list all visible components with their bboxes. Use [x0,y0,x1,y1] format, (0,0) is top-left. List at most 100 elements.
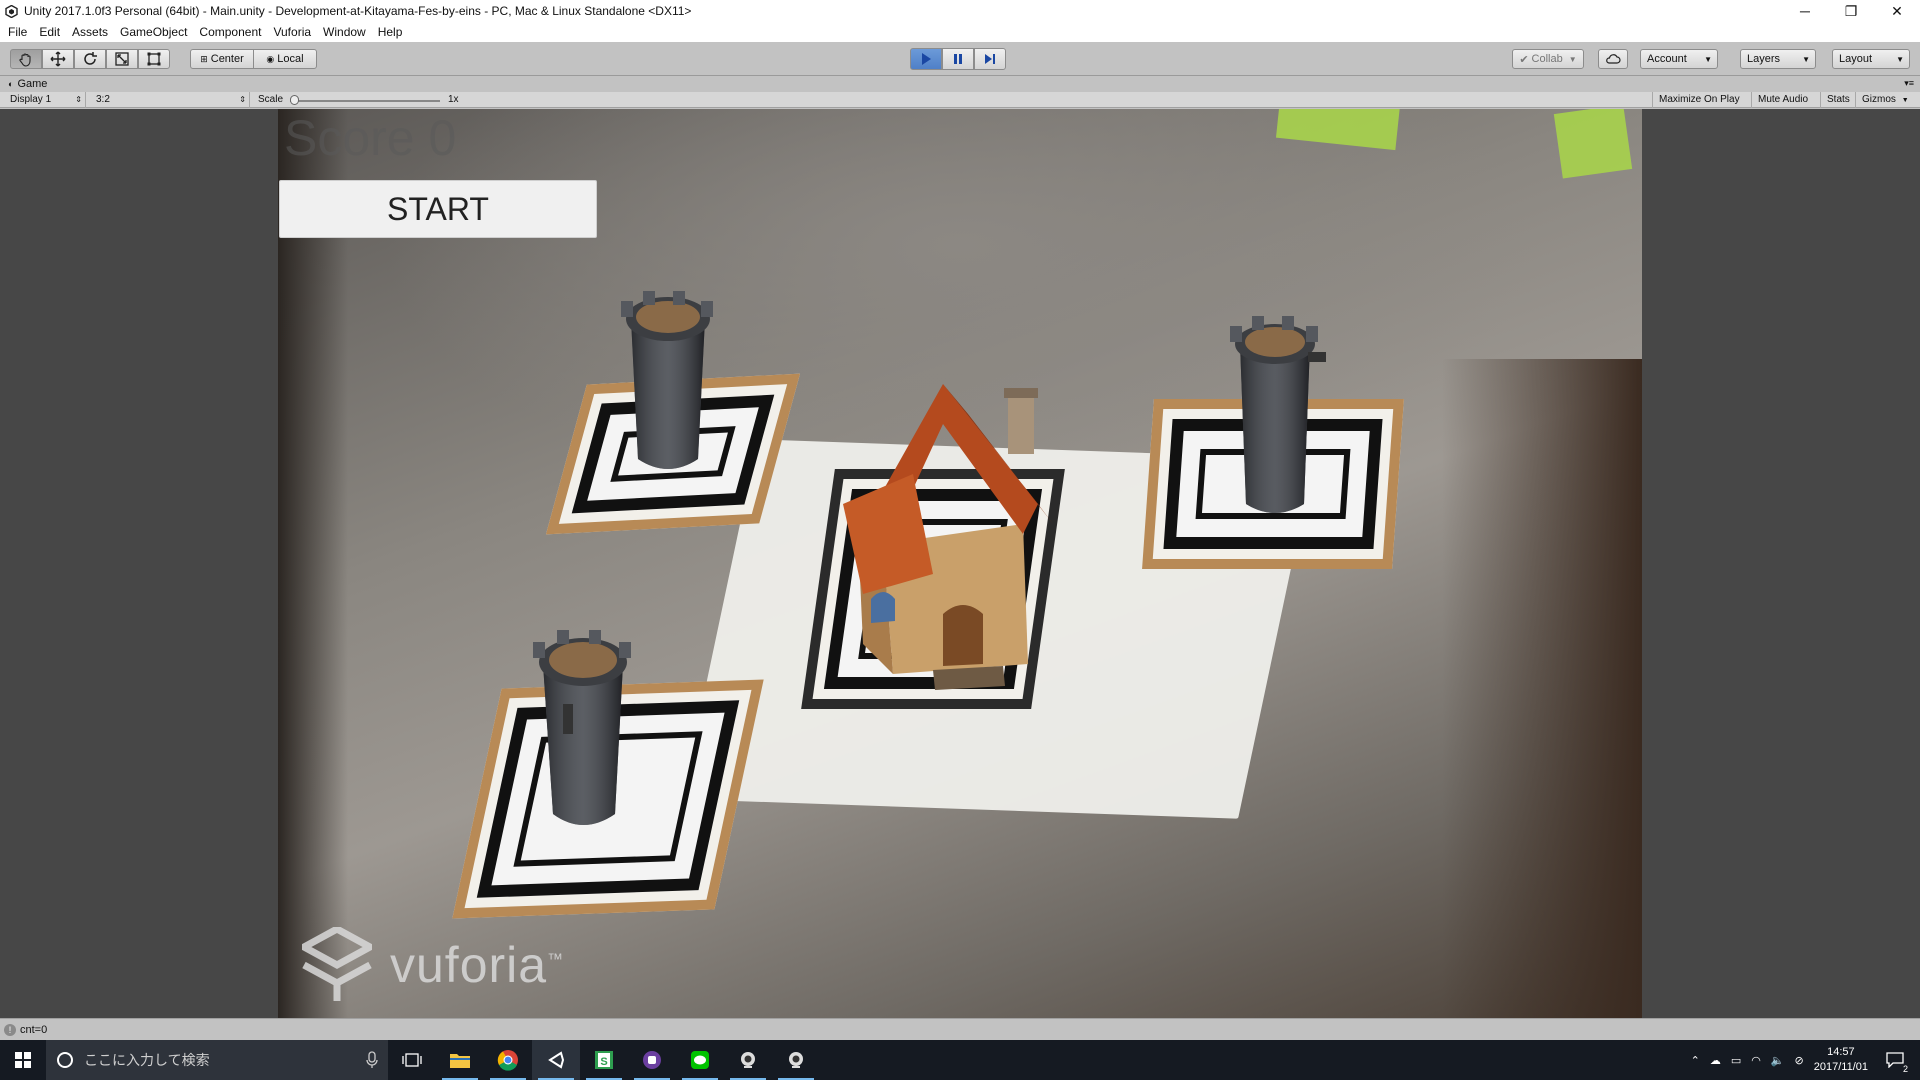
transform-tools [10,49,170,69]
panel-menu-icon[interactable]: ▾≡ [1904,78,1914,89]
move-tool-button[interactable] [42,49,74,69]
hand-icon [19,53,31,67]
layers-dropdown[interactable]: Layers ▼ [1740,49,1816,69]
system-tray: ⌃ ☁ ▭ ◠ 🔈 ⊘ 14:57 2017/11/01 2 [1691,1040,1920,1080]
tower-model-right [1230,316,1326,513]
wifi-icon[interactable]: ◠ [1751,1054,1761,1067]
vuforia-watermark: vuforia™ [302,927,564,1003]
rotate-tool-button[interactable] [74,49,106,69]
scale-tool-button[interactable] [106,49,138,69]
sticky-note [1275,109,1401,151]
taskbar-search-box[interactable]: ここに入力して検索 [46,1040,388,1080]
taskbar-chrome[interactable] [484,1040,532,1080]
taskbar-line[interactable] [676,1040,724,1080]
collab-check-icon: ✔ [1519,53,1529,66]
camera-shadow-right [1442,359,1642,1018]
chevron-down-icon: ▼ [1704,54,1712,64]
chevron-down-icon: ▼ [1568,54,1577,64]
move-arrows-icon [50,51,66,67]
mute-audio-toggle[interactable]: Mute Audio [1752,92,1821,108]
step-icon [985,54,995,64]
taskbar-app-s[interactable]: S [580,1040,628,1080]
house-model [843,384,1053,690]
maximize-on-play-toggle[interactable]: Maximize On Play [1652,92,1752,108]
game-tab-label: Game [17,78,48,90]
play-controls [910,48,1006,70]
taskbar-unity[interactable] [532,1040,580,1080]
hand-tool-button[interactable] [10,49,42,69]
game-viewport[interactable]: Score 0 START vuforia™ [0,109,1920,1018]
rect-tool-icon [147,52,161,66]
windows-logo-icon [15,1052,31,1068]
pivot-center-button[interactable]: ⊞ Center [190,49,254,69]
score-text: Score 0 [284,110,457,166]
vuforia-wordmark: vuforia™ [390,936,564,994]
sticky-note [1553,109,1633,179]
menu-edit[interactable]: Edit [33,22,66,42]
taskbar-file-explorer[interactable] [436,1040,484,1080]
account-label: Account [1647,53,1687,65]
svg-text:S: S [600,1056,607,1068]
start-button[interactable]: START [279,180,597,238]
taskbar-clock[interactable]: 14:57 2017/11/01 [1814,1045,1868,1075]
aspect-dropdown[interactable]: 3:2 ⇕ [90,92,250,108]
windows-start-button[interactable] [0,1040,46,1080]
battery-icon[interactable]: ▭ [1731,1054,1741,1067]
status-bar[interactable]: ! cnt=0 [0,1018,1920,1040]
title-bar: Unity 2017.1.0f3 Personal (64bit) - Main… [0,0,1920,22]
vuforia-word: vuforia [390,937,548,993]
space-local-button[interactable]: ◉ Local [253,49,317,69]
menu-help[interactable]: Help [372,22,409,42]
close-button[interactable]: ✕ [1874,0,1920,22]
account-dropdown[interactable]: Account ▼ [1640,49,1718,69]
taskbar-camera-app-2[interactable] [772,1040,820,1080]
menu-file[interactable]: File [2,22,33,42]
pivot-icon: ⊞ [200,53,208,64]
windows-taskbar: ここに入力して検索 S ⌃ ☁ ▭ ◠ 🔈 ⊘ 14:57 2017/11/01 [0,1040,1920,1080]
scale-slider-handle[interactable] [290,95,299,105]
task-view-button[interactable] [388,1040,436,1080]
play-button[interactable] [910,48,942,70]
action-center-button[interactable]: 2 [1878,1040,1912,1080]
display-dropdown[interactable]: Display 1 ⇕ [4,92,86,108]
step-button[interactable] [974,48,1006,70]
collab-dropdown[interactable]: ✔ Collab ▼ [1512,49,1584,69]
main-toolbar: ⊞ Center ◉ Local ✔ Collab ▼ Account ▼ La… [0,42,1920,76]
tower-model-top-left [621,291,713,469]
clock-date: 2017/11/01 [1813,1061,1868,1073]
stats-toggle[interactable]: Stats [1821,92,1856,108]
unity-logo-icon [4,4,18,18]
restore-button[interactable]: ❐ [1828,0,1874,22]
menu-vuforia[interactable]: Vuforia [267,22,317,42]
chevron-down-icon: ▼ [1901,97,1909,104]
local-icon: ◉ [266,53,275,64]
blocked-icon[interactable]: ⊘ [1795,1054,1804,1067]
scale-slider-track[interactable] [290,100,440,102]
cortana-circle-icon [57,1052,73,1068]
minimize-button[interactable]: ─ [1782,0,1828,22]
purple-app-icon [643,1051,661,1069]
webcam-icon [789,1052,803,1068]
layout-dropdown[interactable]: Layout ▼ [1832,49,1910,69]
menu-assets[interactable]: Assets [66,22,114,42]
cloud-icon [1606,54,1621,64]
microphone-icon[interactable] [366,1051,378,1069]
gizmos-dropdown[interactable]: Gizmos ▼ [1856,92,1916,108]
rect-tool-button[interactable] [138,49,170,69]
ar-camera-feed: Score 0 START vuforia™ [278,109,1642,1018]
layout-label: Layout [1839,53,1873,65]
taskbar-app-purple[interactable] [628,1040,676,1080]
tab-game[interactable]: ◐ Game [4,76,53,92]
menu-window[interactable]: Window [317,22,372,42]
info-icon: ! [4,1023,16,1036]
onedrive-cloud-icon[interactable]: ☁ [1710,1054,1721,1067]
taskbar-camera-app-1[interactable] [724,1040,772,1080]
task-view-icon [402,1053,422,1067]
volume-icon[interactable]: 🔈 [1771,1054,1785,1067]
pause-button[interactable] [942,48,974,70]
cloud-button[interactable] [1598,49,1628,69]
menu-component[interactable]: Component [193,22,267,42]
chevron-up-icon[interactable]: ⌃ [1691,1054,1700,1067]
notification-icon [1886,1052,1904,1068]
menu-gameobject[interactable]: GameObject [114,22,193,42]
